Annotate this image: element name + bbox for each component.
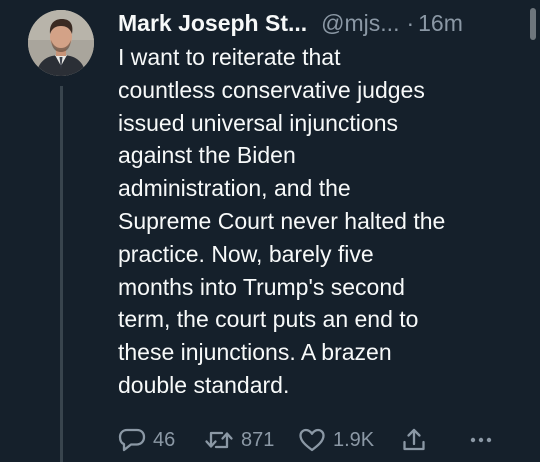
scrollbar[interactable] bbox=[530, 8, 536, 40]
like-count: 1.9K bbox=[333, 428, 375, 451]
author-name[interactable]: Mark Joseph St... bbox=[118, 8, 307, 38]
heart-icon bbox=[298, 427, 326, 453]
share-button[interactable] bbox=[401, 425, 427, 455]
separator-dot: · bbox=[406, 10, 415, 36]
reply-button[interactable]: 46 bbox=[118, 425, 175, 455]
tweet[interactable]: Mark Joseph St... @mjs... · 16m I want t… bbox=[0, 0, 540, 462]
author-handle[interactable]: @mjs... bbox=[321, 8, 399, 38]
action-bar: 46 871 1.9K bbox=[118, 425, 518, 455]
tweet-text: I want to reiterate that countless conse… bbox=[118, 44, 446, 398]
repost-button[interactable]: 871 bbox=[204, 425, 274, 455]
more-icon bbox=[468, 427, 494, 453]
more-button[interactable] bbox=[468, 425, 494, 455]
repost-icon bbox=[204, 427, 234, 453]
share-icon bbox=[401, 427, 427, 453]
timestamp[interactable]: 16m bbox=[418, 8, 463, 38]
thread-line bbox=[60, 86, 63, 462]
tweet-header: Mark Joseph St... @mjs... · 16m bbox=[118, 8, 463, 38]
reply-icon bbox=[118, 427, 146, 453]
like-button[interactable]: 1.9K bbox=[298, 425, 374, 455]
repost-count: 871 bbox=[241, 428, 275, 451]
reply-count: 46 bbox=[153, 428, 176, 451]
avatar[interactable] bbox=[28, 10, 94, 76]
